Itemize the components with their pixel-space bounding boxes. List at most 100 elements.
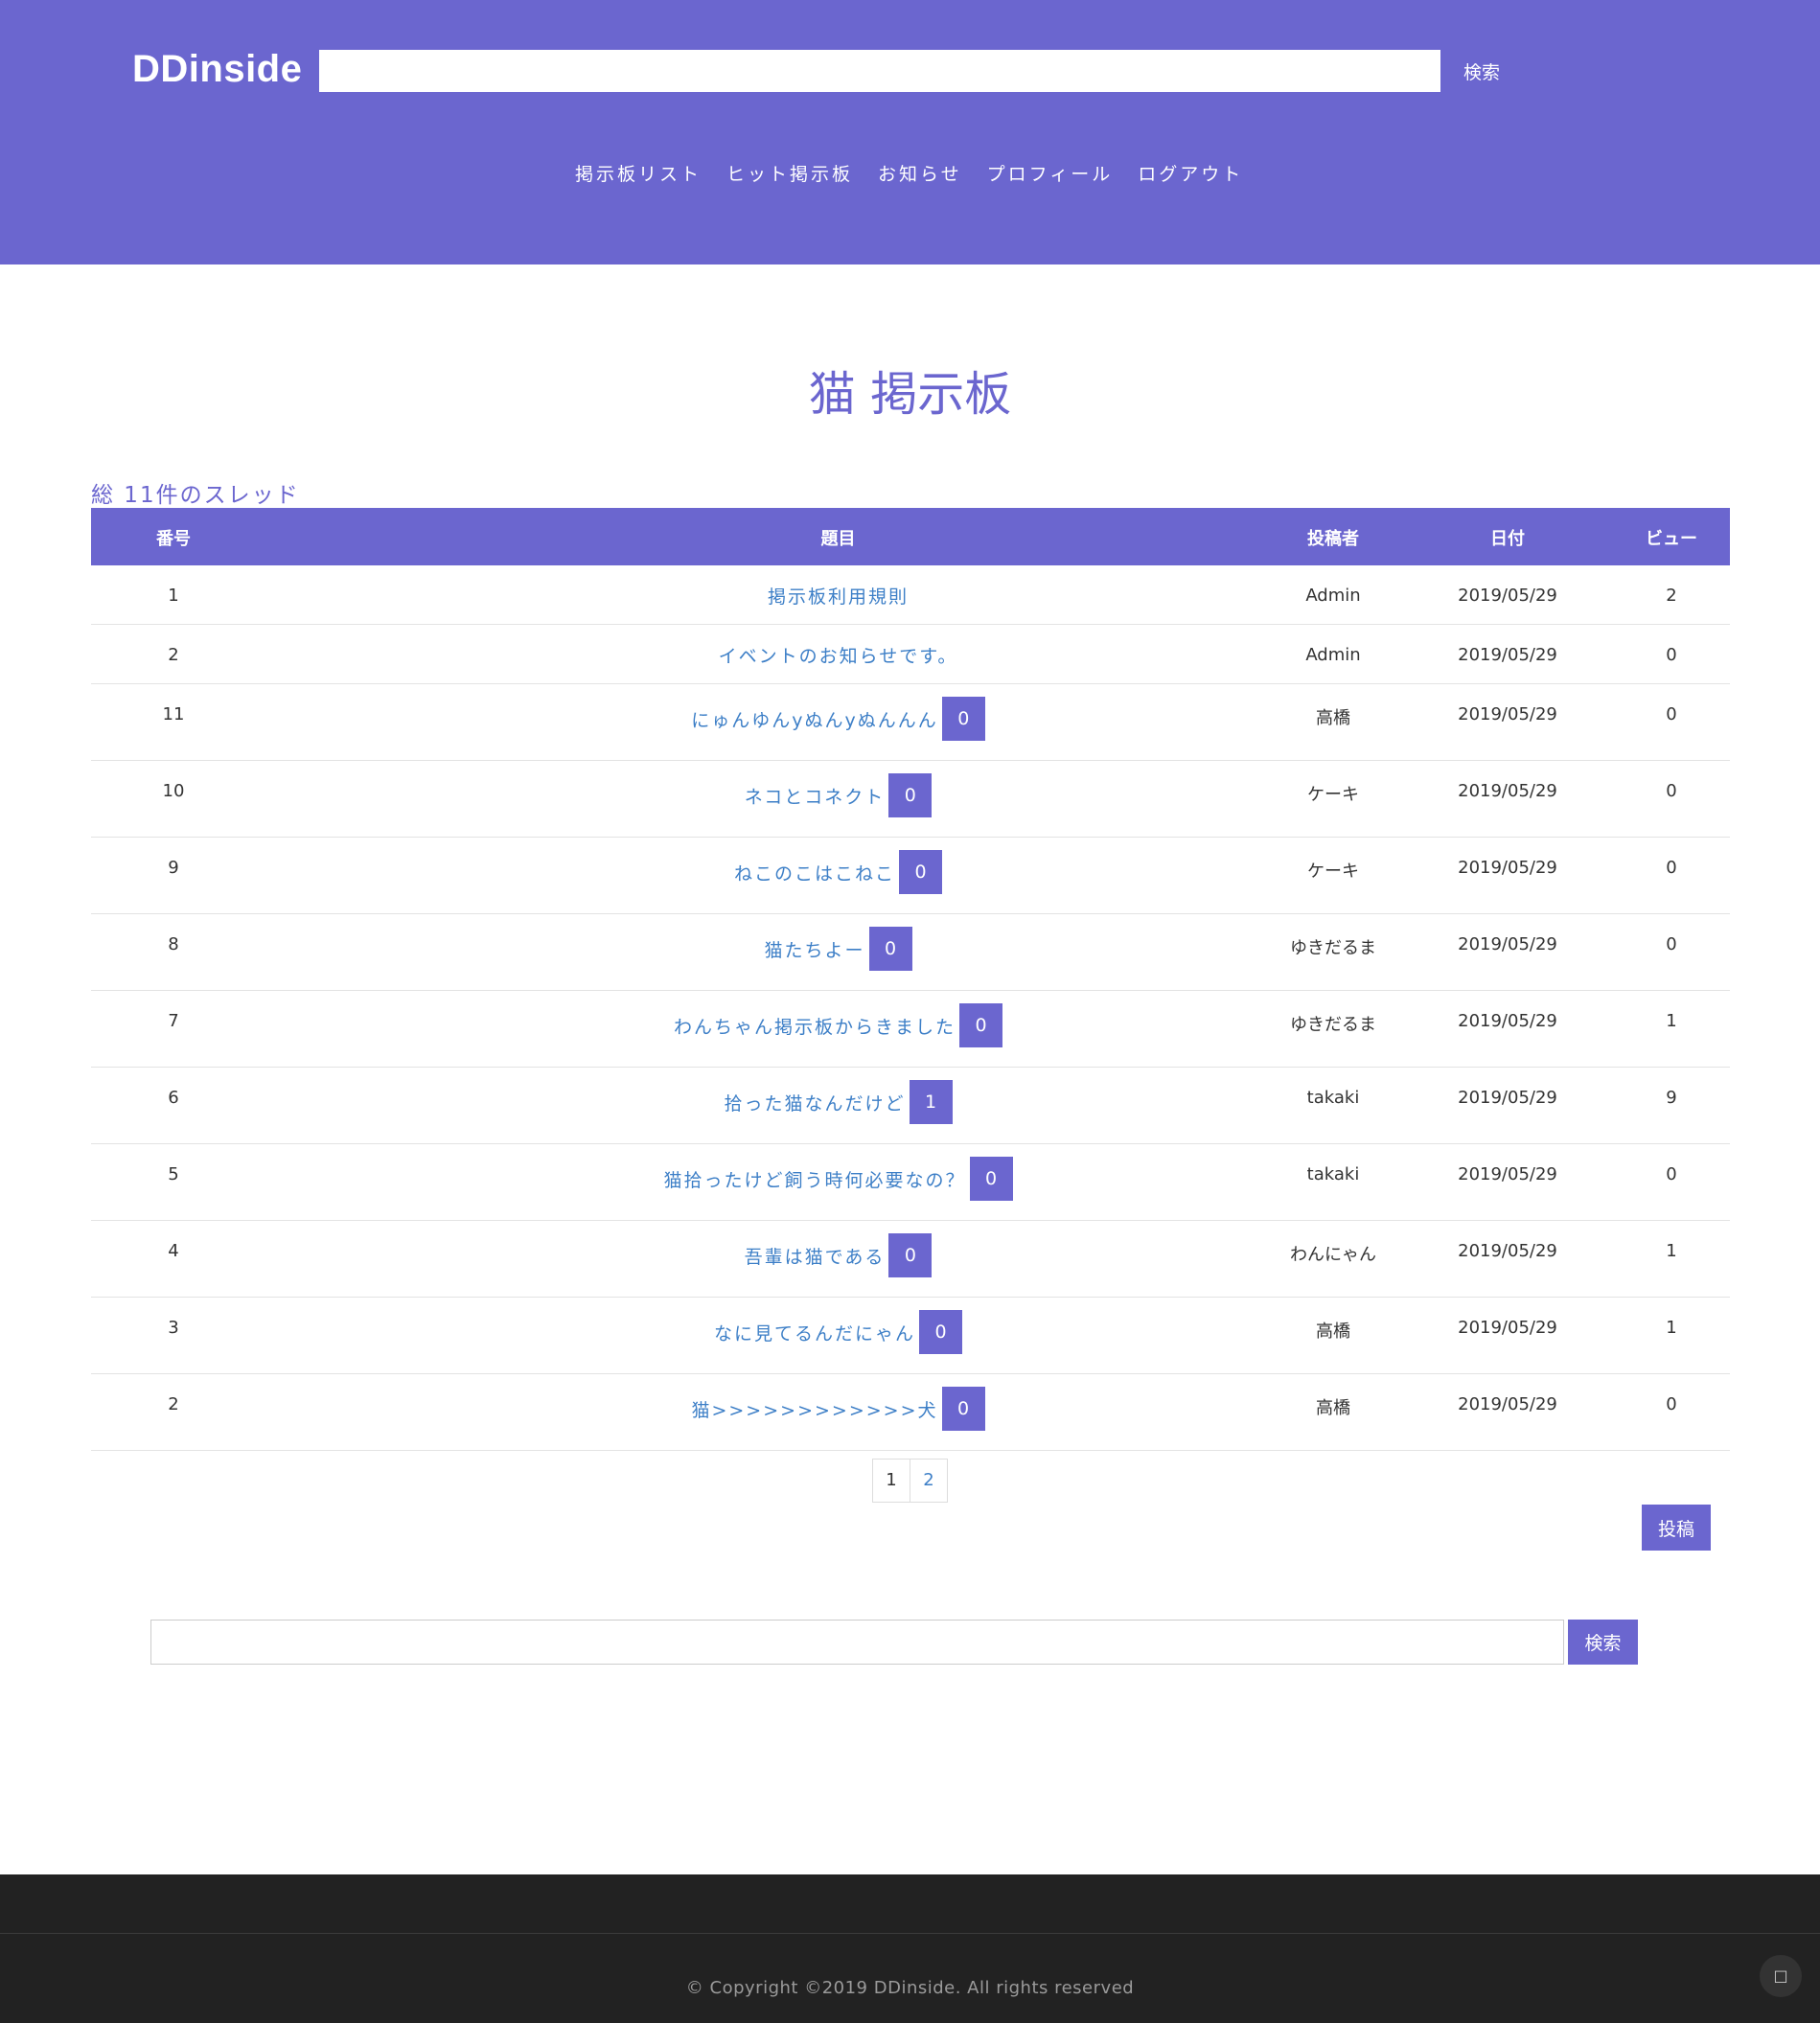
row-views: 0: [1666, 704, 1677, 724]
thread-title-link[interactable]: イベントのお知らせです。: [719, 642, 958, 668]
column-header-author: 投稿者: [1307, 529, 1359, 549]
row-date: 2019/05/29: [1458, 858, 1557, 878]
row-title-cell: 猫拾ったけど飼う時何必要なの？ 0: [256, 1157, 1420, 1201]
footer-divider: [0, 1933, 1820, 1934]
table-row: 10 ネコとコネクト 0 ケーキ 2019/05/29 0: [91, 761, 1730, 838]
row-views: 0: [1666, 781, 1677, 801]
thread-title-link[interactable]: 拾った猫なんだけど: [724, 1090, 905, 1115]
table-row: 2 イベントのお知らせです。 Admin 2019/05/29 0: [91, 625, 1730, 684]
comment-count-badge: 0: [888, 1233, 933, 1277]
row-title-cell: わんちゃん掲示板からきました 0: [256, 1003, 1420, 1047]
header-search-input[interactable]: [319, 50, 1440, 92]
row-date: 2019/05/29: [1458, 1011, 1557, 1031]
nav-profile[interactable]: プロフィール: [987, 160, 1114, 186]
column-header-title: 題目: [820, 529, 856, 549]
table-row: 3 なに見てるんだにゃん 0 高橋 2019/05/29 1: [91, 1298, 1730, 1374]
row-views: 0: [1666, 1394, 1677, 1414]
board-search-input[interactable]: [150, 1620, 1564, 1665]
row-author: ケーキ: [1307, 785, 1359, 805]
row-views: 0: [1666, 858, 1677, 878]
header-search-button[interactable]: 検索: [1445, 50, 1518, 92]
thread-title-link[interactable]: にゅんゆんyぬんyぬんんん: [691, 706, 938, 732]
page-link-1[interactable]: 1: [872, 1459, 910, 1503]
comment-count-badge: 0: [959, 1003, 1002, 1047]
row-date: 2019/05/29: [1458, 1394, 1557, 1414]
thread-title-link[interactable]: 吾輩は猫である: [745, 1243, 886, 1269]
row-title-cell: 拾った猫なんだけど 1: [256, 1080, 1420, 1124]
row-author: 高橋: [1316, 1398, 1350, 1418]
row-title-cell: 掲示板利用規則: [256, 583, 1420, 609]
table-row: 9 ねこのこはこねこ 0 ケーキ 2019/05/29 0: [91, 838, 1730, 914]
column-header-views: ビュー: [1646, 529, 1697, 549]
thread-title-link[interactable]: ネコとコネクト: [745, 783, 886, 809]
row-title-cell: ねこのこはこねこ 0: [256, 850, 1420, 894]
site-header: DDinside 検索 掲示板リスト ヒット掲示板 お知らせ プロフィール ログ…: [0, 0, 1820, 264]
row-title-cell: 猫たちよー 0: [256, 927, 1420, 971]
column-header-date: 日付: [1490, 529, 1525, 549]
row-number: 1: [168, 586, 179, 606]
row-date: 2019/05/29: [1458, 1241, 1557, 1261]
thread-title-link[interactable]: 猫たちよー: [764, 936, 864, 962]
row-author: takaki: [1306, 1164, 1360, 1184]
row-title-cell: 猫>>>>>>>>>>>>犬 0: [256, 1387, 1420, 1431]
scroll-top-icon[interactable]: □: [1760, 1955, 1802, 1997]
board-search-button[interactable]: 検索: [1568, 1620, 1638, 1665]
table-row: 6 拾った猫なんだけど 1 takaki 2019/05/29 9: [91, 1068, 1730, 1144]
page-link-2[interactable]: 2: [910, 1459, 948, 1503]
nav-notices[interactable]: お知らせ: [878, 160, 962, 186]
nav-hit-board[interactable]: ヒット掲示板: [726, 160, 853, 186]
nav-board-list[interactable]: 掲示板リスト: [575, 160, 702, 186]
table-row: 2 猫>>>>>>>>>>>>犬 0 高橋 2019/05/29 0: [91, 1374, 1730, 1451]
row-views: 1: [1666, 1318, 1677, 1338]
row-number: 2: [168, 645, 179, 665]
row-author: 高橋: [1316, 708, 1350, 728]
row-date: 2019/05/29: [1458, 934, 1557, 954]
site-logo[interactable]: DDinside: [132, 48, 302, 91]
thread-title-link[interactable]: 猫>>>>>>>>>>>>犬: [691, 1396, 937, 1422]
row-title-cell: なに見てるんだにゃん 0: [256, 1310, 1420, 1354]
table-row: 8 猫たちよー 0 ゆきだるま 2019/05/29 0: [91, 914, 1730, 991]
pagination: 1 2: [872, 1459, 948, 1503]
row-date: 2019/05/29: [1458, 704, 1557, 724]
row-number: 7: [168, 1011, 179, 1031]
nav-logout[interactable]: ログアウト: [1138, 160, 1243, 186]
row-views: 0: [1666, 1164, 1677, 1184]
row-number: 4: [168, 1241, 179, 1261]
comment-count-badge: 0: [941, 1387, 985, 1431]
row-author: Admin: [1305, 645, 1361, 665]
thread-table: 番号 題目 投稿者 日付 ビュー 1 掲示板利用規則 Admin 2019/05/29…: [91, 508, 1730, 1451]
row-title-cell: イベントのお知らせです。: [256, 642, 1420, 668]
table-row: 5 猫拾ったけど飼う時何必要なの？ 0 takaki 2019/05/29 0: [91, 1144, 1730, 1221]
comment-count-badge: 0: [941, 697, 985, 741]
comment-count-badge: 0: [888, 773, 933, 817]
thread-title-link[interactable]: わんちゃん掲示板からきました: [674, 1013, 956, 1039]
row-title-cell: にゅんゆんyぬんyぬんんん 0: [256, 697, 1420, 741]
table-row: 11 にゅんゆんyぬんyぬんんん 0 高橋 2019/05/29 0: [91, 684, 1730, 761]
row-author: ケーキ: [1307, 862, 1359, 882]
table-row: 4 吾輩は猫である 0 わんにゃん 2019/05/29 1: [91, 1221, 1730, 1298]
comment-count-badge: 0: [868, 927, 912, 971]
row-author: 高橋: [1316, 1322, 1350, 1342]
thread-title-link[interactable]: なに見てるんだにゃん: [714, 1320, 915, 1345]
thread-title-link[interactable]: ねこのこはこねこ: [734, 860, 895, 885]
row-author: ゆきだるま: [1290, 938, 1376, 958]
row-number: 10: [162, 781, 185, 801]
row-views: 1: [1666, 1241, 1677, 1261]
row-author: Admin: [1305, 586, 1361, 606]
row-number: 8: [168, 934, 179, 954]
row-date: 2019/05/29: [1458, 1164, 1557, 1184]
thread-count: 総 11件のスレッド: [91, 483, 300, 508]
row-views: 1: [1666, 1011, 1677, 1031]
comment-count-badge: 0: [919, 1310, 962, 1354]
site-footer: © Copyright ©2019 DDinside. All rights r…: [0, 1874, 1820, 2023]
comment-count-badge: 0: [899, 850, 942, 894]
table-header: 番号 題目 投稿者 日付 ビュー: [91, 508, 1730, 565]
row-number: 6: [168, 1088, 179, 1108]
new-post-button[interactable]: 投稿: [1642, 1505, 1711, 1551]
thread-title-link[interactable]: 掲示板利用規則: [768, 583, 909, 609]
row-views: 0: [1666, 934, 1677, 954]
thread-title-link[interactable]: 猫拾ったけど飼う時何必要なの？: [663, 1166, 965, 1192]
table-body: 1 掲示板利用規則 Admin 2019/05/29 2 2 イベントのお知らせです。 Adm…: [91, 565, 1730, 1451]
main-nav: 掲示板リスト ヒット掲示板 お知らせ プロフィール ログアウト: [575, 160, 1243, 186]
column-header-number: 番号: [156, 529, 191, 549]
